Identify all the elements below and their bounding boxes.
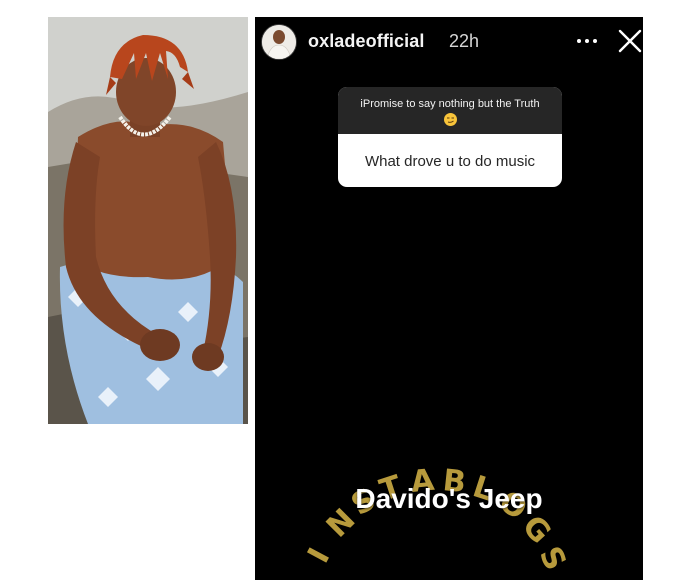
artist-photo bbox=[48, 17, 248, 424]
story-viewer: oxladeofficial 22h iPromise to say nothi… bbox=[255, 17, 643, 580]
story-caption: Davido's Jeep bbox=[355, 483, 543, 514]
svg-text:I: I bbox=[301, 542, 337, 568]
svg-text:S: S bbox=[532, 541, 573, 576]
